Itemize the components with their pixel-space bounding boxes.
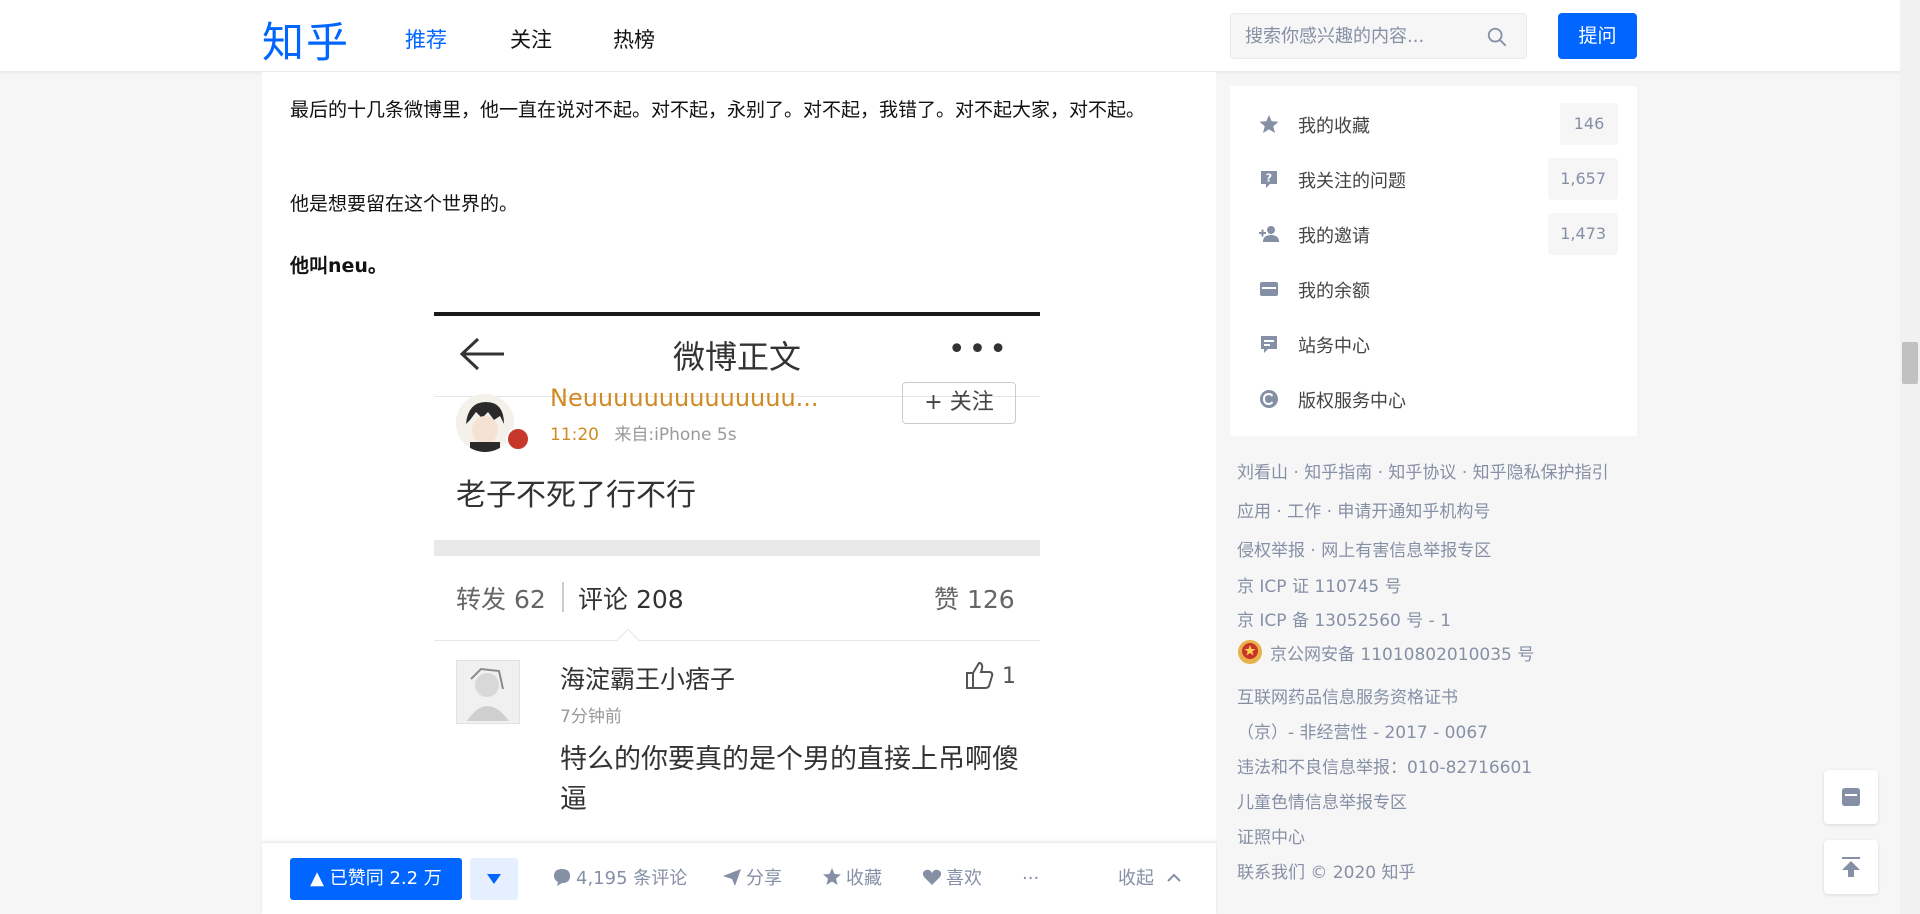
inbox-button[interactable] [1824, 770, 1878, 824]
search-icon[interactable] [1486, 26, 1508, 48]
sidebar-item-count: 146 [1560, 103, 1618, 145]
wallet-icon [1260, 282, 1278, 296]
answer-card: 最后的十几条微博里，他一直在说对不起。对不起，永别了。对不起，我错了。对不起大家… [262, 72, 1216, 914]
inbox-icon [1842, 788, 1860, 806]
tab-caret [616, 628, 640, 652]
more-dots-icon: ••• [947, 332, 1010, 367]
copyright-icon [1260, 390, 1278, 408]
comment-time: 7分钟前 [560, 707, 622, 727]
footer-contact[interactable]: 联系我们 © 2020 知乎 [1237, 858, 1415, 883]
commenter-name: 海淀霸王小痞子 [560, 665, 736, 694]
footer-license-center[interactable]: 证照中心 [1237, 823, 1305, 848]
comments-label: 4,195 条评论 [576, 868, 688, 889]
article-paragraph: 他是想要留在这个世界的。 [290, 193, 519, 215]
comment-icon [554, 869, 570, 886]
tab-follow[interactable]: 关注 [510, 24, 552, 54]
sidebar-item-label: 我的余额 [1298, 281, 1370, 302]
post-time: 11:20 [550, 425, 599, 445]
share-button[interactable]: 分享 [722, 867, 782, 891]
sidebar-item-label: 版权服务中心 [1298, 391, 1406, 412]
like-count: 赞 126 [934, 585, 1015, 614]
footer-license[interactable]: 互联网药品信息服务资格证书 [1237, 683, 1458, 708]
answer-action-bar: ▲ 已赞同 2.2 万 4,195 条评论 分享 收藏 喜欢 ··· 收起 [262, 842, 1216, 914]
ask-question-button[interactable]: 提问 [1558, 13, 1637, 59]
search-box [1230, 13, 1527, 59]
message-icon [1261, 336, 1277, 353]
triangle-down-icon [487, 874, 501, 884]
sidebar-item-label: 我的邀请 [1298, 226, 1370, 247]
post-meta: 11:20 来自:iPhone 5s [550, 420, 737, 445]
stats-separator [562, 582, 564, 612]
share-icon [723, 869, 741, 886]
sidebar-item-invitations[interactable]: 我的邀请 1,473 [1258, 211, 1618, 259]
collapse-label: 收起 [1118, 868, 1154, 889]
footer-report[interactable]: 儿童色情信息举报专区 [1237, 788, 1407, 813]
like-button[interactable]: 喜欢 [922, 867, 982, 891]
star-icon [1259, 115, 1279, 133]
collapse-button[interactable]: 收起 [1118, 867, 1186, 891]
follow-button: + 关注 [902, 382, 1016, 424]
weibo-username: Neuuuuuuuuuuuuuu... [550, 384, 819, 412]
sidebar-item-label: 我的收藏 [1298, 116, 1370, 137]
sidebar-item-count: 1,473 [1548, 213, 1618, 255]
tab-recommend[interactable]: 推荐 [405, 24, 447, 54]
star-icon [823, 868, 841, 885]
comment-text: 特么的你要真的是个男的直接上吊啊傻逼 [560, 744, 1019, 815]
sidebar-item-label: 站务中心 [1298, 336, 1370, 357]
page-scrollbar[interactable] [1900, 0, 1920, 914]
downvote-button[interactable] [470, 858, 518, 900]
footer-icp[interactable]: 京 ICP 证 110745 号 [1237, 572, 1402, 597]
chevron-up-icon [1167, 873, 1181, 882]
article-paragraph: 最后的十几条微博里，他一直在说对不起。对不起，永别了。对不起，我错了。对不起大家… [290, 99, 1146, 121]
comment-like-count: 1 [1002, 664, 1016, 689]
verified-badge-icon [506, 427, 530, 451]
sidebar-menu-card: 我的收藏 146 ? 我关注的问题 1,657 我的邀请 1,473 我的余额 … [1230, 86, 1637, 436]
upvote-button[interactable]: ▲ 已赞同 2.2 万 [290, 858, 462, 900]
article-paragraph-bold: 他叫neu。 [290, 255, 387, 277]
svg-text:?: ? [1266, 172, 1272, 185]
post-source: 来自:iPhone 5s [614, 425, 737, 445]
police-badge-icon [1238, 640, 1262, 664]
sidebar-item-service-center[interactable]: 站务中心 [1258, 321, 1618, 369]
sidebar-item-count: 1,657 [1548, 158, 1618, 200]
arrow-up-icon [1842, 857, 1860, 877]
footer-links[interactable]: 刘看山 · 知乎指南 · 知乎协议 · 知乎隐私保护指引 [1237, 458, 1609, 483]
more-options-button[interactable]: ··· [1022, 867, 1039, 891]
gray-band [434, 540, 1040, 556]
weibo-screenshot-image[interactable]: 微博正文 ••• Neuuuuuuuuuuuuuu... 11:20 来自:iP… [434, 312, 1040, 912]
question-icon: ? [1261, 171, 1277, 188]
footer-police-record[interactable]: 京公网安备 11010802010035 号 [1270, 640, 1534, 665]
footer-links[interactable]: 应用 · 工作 · 申请开通知乎机构号 [1237, 497, 1490, 522]
post-text: 老子不死了行不行 [456, 478, 696, 513]
collect-label: 收藏 [846, 868, 882, 889]
tab-hot[interactable]: 热榜 [613, 24, 655, 54]
top-header: 知乎 推荐 关注 热榜 提问 [0, 0, 1900, 72]
footer-icp[interactable]: 京 ICP 备 13052560 号 - 1 [1237, 606, 1451, 631]
avatar [456, 394, 514, 452]
image-top-border [434, 312, 1040, 316]
collect-button[interactable]: 收藏 [822, 867, 882, 891]
scrollbar-thumb[interactable] [1902, 342, 1918, 384]
invite-icon [1259, 226, 1279, 242]
footer-report[interactable]: 违法和不良信息举报：010-82716601 [1237, 753, 1532, 778]
share-label: 分享 [746, 868, 782, 889]
sidebar-item-collections[interactable]: 我的收藏 146 [1258, 101, 1618, 149]
sidebar-item-label: 我关注的问题 [1298, 171, 1406, 192]
commenter-avatar [456, 660, 520, 724]
footer-links[interactable]: 侵权举报 · 网上有害信息举报专区 [1237, 536, 1491, 561]
divider [434, 640, 1040, 641]
sidebar-item-balance[interactable]: 我的余额 [1258, 266, 1618, 314]
search-input[interactable] [1245, 24, 1475, 48]
thumbs-up-icon [966, 661, 994, 689]
sidebar-item-followed-questions[interactable]: ? 我关注的问题 1,657 [1258, 156, 1618, 204]
sidebar-item-copyright[interactable]: 版权服务中心 [1258, 376, 1618, 424]
repost-count: 转发 62 [456, 585, 546, 614]
heart-icon [922, 869, 942, 885]
back-to-top-button[interactable] [1824, 840, 1878, 894]
comments-button[interactable]: 4,195 条评论 [552, 867, 687, 891]
zhihu-logo[interactable]: 知乎 [262, 9, 350, 70]
like-label: 喜欢 [946, 868, 982, 889]
footer-license[interactable]: （京）- 非经营性 - 2017 - 0067 [1237, 718, 1488, 743]
comment-count: 评论 208 [578, 585, 684, 614]
